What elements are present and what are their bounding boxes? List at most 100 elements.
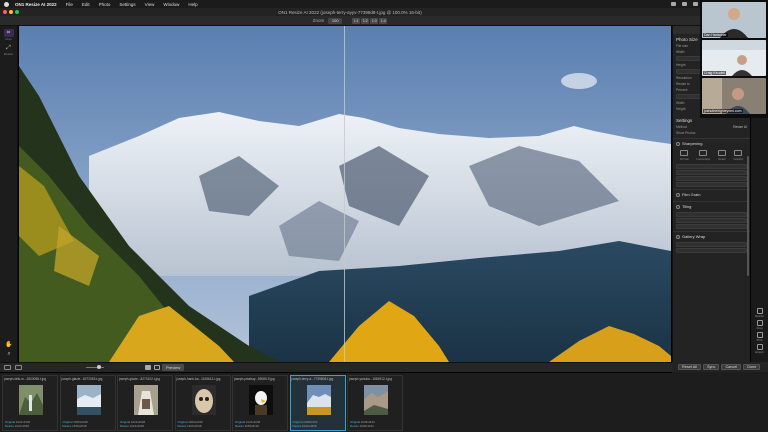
tiling-field[interactable] [676, 218, 747, 223]
crop-tool-button[interactable]: ⌗ [3, 29, 14, 37]
view-mode-4[interactable]: 1:4 [379, 17, 388, 24]
gallery-wrap-field[interactable] [676, 242, 747, 247]
resize-module-button[interactable]: Resize [754, 308, 765, 318]
mountain-photo [19, 26, 671, 362]
photo-canvas[interactable] [19, 26, 671, 362]
filmstrip-bar: Preview [0, 362, 672, 372]
view-mode-3[interactable]: 1:3 [370, 17, 379, 24]
window-title: ON1 Resize AI 2022 (joseph-terry-ayyv-77… [278, 9, 422, 15]
sharpen-graphic-option[interactable]: Graphic [733, 150, 743, 161]
zoom-input[interactable]: 100 [328, 17, 343, 24]
thumbnail-dimensions: Original 2048x1152 Resize 8192x4608 [293, 420, 318, 428]
sharpen-detail-option[interactable]: Detail [717, 150, 726, 161]
thumbnail-dimensions: Original 1024x1536 Resize 1024x1536 [5, 420, 30, 428]
menu-bar: ON1 Resize AI 2022 File Edit Photo Setti… [0, 0, 768, 8]
filmstrip-thumbnail[interactable]: joseph-pixabay...59085-9.jpg Original 102… [232, 375, 288, 431]
resize-label: Resize [292, 424, 302, 428]
export-module-button[interactable]: Export [754, 344, 765, 354]
search-icon[interactable] [693, 2, 698, 6]
thumbnail-filename: joseph-terry-a...7739808-t.jpg [291, 377, 334, 381]
sharpen-portrait-option[interactable]: Portrait [680, 150, 689, 161]
cancel-button[interactable]: Cancel [721, 364, 742, 370]
battery-icon[interactable] [682, 2, 687, 6]
view-mode-1[interactable]: 1:1 [352, 17, 361, 24]
menu-edit[interactable]: Edit [82, 2, 90, 7]
tiling-field[interactable] [676, 224, 747, 229]
preview-button[interactable]: Preview [162, 364, 185, 371]
toggle-icon[interactable] [676, 204, 680, 209]
status-icons [671, 0, 698, 8]
close-window-button[interactable] [3, 10, 7, 14]
participant-tile[interactable]: Craig Keudell [702, 40, 766, 76]
menu-help[interactable]: Help [188, 2, 197, 7]
menu-settings[interactable]: Settings [119, 2, 135, 7]
sharpening-section[interactable]: Sharpening [673, 138, 750, 148]
filmstrip-thumbnail[interactable]: joseph-yanuka...1884912-t.jpg Original 20… [347, 375, 403, 431]
thumbnail-dimensions: Original 2048x1152 Resize 2048x1152 [350, 420, 375, 428]
resize-size: 1024x2048 [129, 424, 144, 428]
resize-label: Resize [350, 424, 359, 428]
view-mode-2[interactable]: 1:2 [361, 17, 370, 24]
thumbnail-image [76, 385, 101, 415]
participant-name: Craig Keudell [703, 71, 727, 75]
gallery-wrap-field[interactable] [676, 248, 747, 253]
zoom-tool-button[interactable]: ⌕ [4, 350, 14, 358]
single-view-icon[interactable] [145, 365, 151, 370]
filmstrip-toggle-icon[interactable] [4, 365, 11, 370]
thumbnail-image [306, 385, 331, 415]
tiling-field[interactable] [676, 212, 747, 217]
sharpening-types: Portrait Landscape Detail Graphic [673, 148, 750, 163]
hand-tool-button[interactable]: ✋ [4, 340, 14, 348]
wifi-icon[interactable] [671, 2, 676, 6]
resize-size: 1536x2048 [72, 424, 87, 428]
toggle-icon[interactable] [676, 141, 680, 146]
crop-icon: ⌗ [6, 29, 11, 36]
gallery-wrap-section[interactable]: Gallery Wrap [673, 231, 750, 241]
minimize-window-button[interactable] [9, 10, 13, 14]
sharpening-slider[interactable] [676, 182, 747, 187]
sharpen-landscape-option[interactable]: Landscape [696, 150, 710, 161]
compare-view-icon[interactable] [154, 365, 160, 370]
grid-view-icon[interactable] [15, 365, 22, 370]
magnifier-icon: ⌕ [7, 350, 11, 357]
app-menu[interactable]: ON1 Resize AI 2022 [15, 2, 57, 7]
filmstrip-thumbnail[interactable]: joseph-falls-m...2803098-t.jpg Original 1… [2, 375, 58, 431]
menu-view[interactable]: View [145, 2, 155, 7]
print-module-button[interactable]: Print [754, 332, 765, 342]
thumbnail-size-slider[interactable] [86, 365, 104, 369]
filmstrip-thumbnail[interactable]: joseph-hank-ba...1165612-t.jpg Original 1… [174, 375, 231, 431]
tiling-section[interactable]: Tiling [673, 201, 750, 211]
filmstrip-thumbnail[interactable]: joseph-glacie...8273102-t.jpg Original 10… [117, 375, 173, 431]
thumbnail-filename: joseph-falls-m...2803098-t.jpg [4, 377, 46, 381]
before-after-divider[interactable] [344, 26, 345, 362]
participant-tile[interactable]: Dan Harlacher [702, 2, 766, 38]
toggle-icon[interactable] [676, 192, 680, 197]
menu-window[interactable]: Window [163, 2, 179, 7]
sync-button[interactable]: Sync [702, 364, 720, 370]
thumbnail-image [191, 385, 216, 415]
menu-file[interactable]: File [66, 2, 73, 7]
detail-icon [717, 150, 726, 156]
resize-tool-button[interactable]: ⤢ [4, 44, 14, 52]
crop-module-button[interactable]: Crop [754, 320, 765, 330]
panel-scrollbar[interactable] [747, 156, 749, 276]
reset-all-button[interactable]: Reset All [678, 364, 701, 370]
participant-name: Dan Harlacher [703, 33, 728, 37]
resize-size: 1920x2048 [187, 424, 202, 428]
thumbnail-image [134, 385, 158, 415]
apple-menu-icon[interactable] [4, 1, 9, 7]
filmstrip-thumbnail[interactable]: joseph-glacie...8272083-t.jpg Original 15… [59, 375, 116, 431]
thumbnail-dimensions: Original 1920x2048 Resize 1920x2048 [178, 420, 203, 428]
maximize-window-button[interactable] [15, 10, 19, 14]
participant-tile[interactable]: joshuthelrighleyomi.com [702, 78, 766, 114]
crop-tool-label: Crop [5, 37, 12, 41]
sharpening-slider[interactable] [676, 176, 747, 181]
show-photos-row[interactable]: Show Photos [673, 130, 750, 136]
filmstrip-thumbnail[interactable]: joseph-terry-a...7739808-t.jpg Original 2… [289, 375, 346, 431]
film-grain-section[interactable]: Film Grain [673, 189, 750, 199]
toggle-icon[interactable] [676, 234, 680, 239]
done-button[interactable]: Done [743, 364, 761, 370]
menu-photo[interactable]: Photo [99, 2, 111, 7]
sharpening-slider[interactable] [676, 170, 747, 175]
sharpening-slider[interactable] [676, 164, 747, 169]
